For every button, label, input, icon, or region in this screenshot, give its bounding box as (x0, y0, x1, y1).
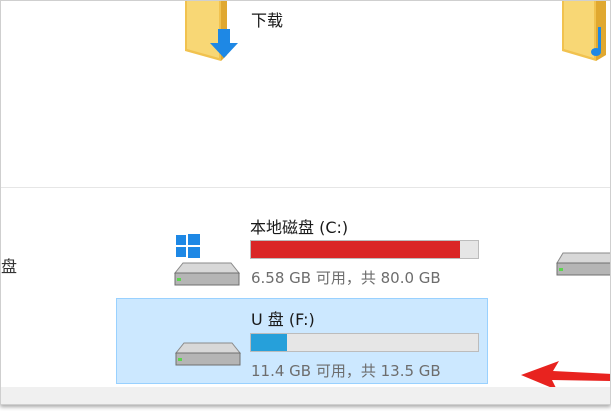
drive-name-f: U 盘 (F:) (251, 310, 315, 329)
windows-drive-icon (173, 234, 241, 286)
folder-item-downloads[interactable]: 下载 (176, 1, 316, 71)
bottom-bar (1, 387, 610, 404)
explorer-window: 下载 盘 本地磁盘 (C:) 6.58 GB 可用，共 80.0 GB U 盘 … (0, 0, 611, 405)
drive-usage-fill-c (251, 241, 460, 258)
drive-usage-fill-f (251, 334, 288, 351)
folder-label-downloads: 下载 (251, 11, 284, 30)
drive-item-f[interactable]: U 盘 (F:) 11.4 GB 可用，共 13.5 GB (116, 298, 488, 384)
annotation-arrow-icon (521, 361, 610, 390)
partial-drive-label: 盘 (1, 257, 18, 276)
folder-item-music[interactable] (556, 1, 610, 71)
downloads-folder-icon (185, 1, 238, 61)
drive-usage-bar-f (250, 333, 479, 352)
drive-name-c: 本地磁盘 (C:) (250, 218, 349, 237)
section-divider (1, 187, 610, 188)
drive-icon-partial (556, 252, 610, 276)
usb-drive-icon (174, 342, 242, 366)
drive-space-info-c: 6.58 GB 可用，共 80.0 GB (251, 269, 441, 287)
drive-space-info-f: 11.4 GB 可用，共 13.5 GB (251, 362, 441, 380)
drive-item-c[interactable]: 本地磁盘 (C:) 6.58 GB 可用，共 80.0 GB (117, 205, 489, 291)
drive-usage-bar-c (250, 240, 479, 259)
music-folder-icon (562, 1, 606, 61)
